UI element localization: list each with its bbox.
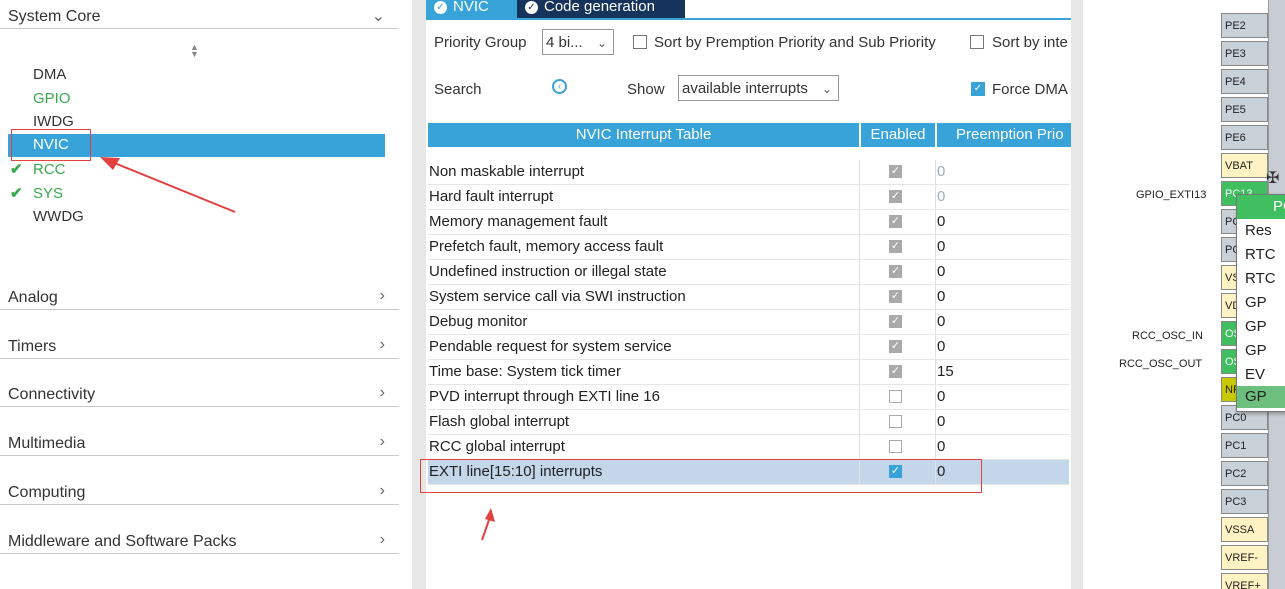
annotation-arrows xyxy=(100,157,495,541)
annotation-arrow-exti xyxy=(481,508,495,541)
annotation-arrow-nvic xyxy=(100,157,236,213)
